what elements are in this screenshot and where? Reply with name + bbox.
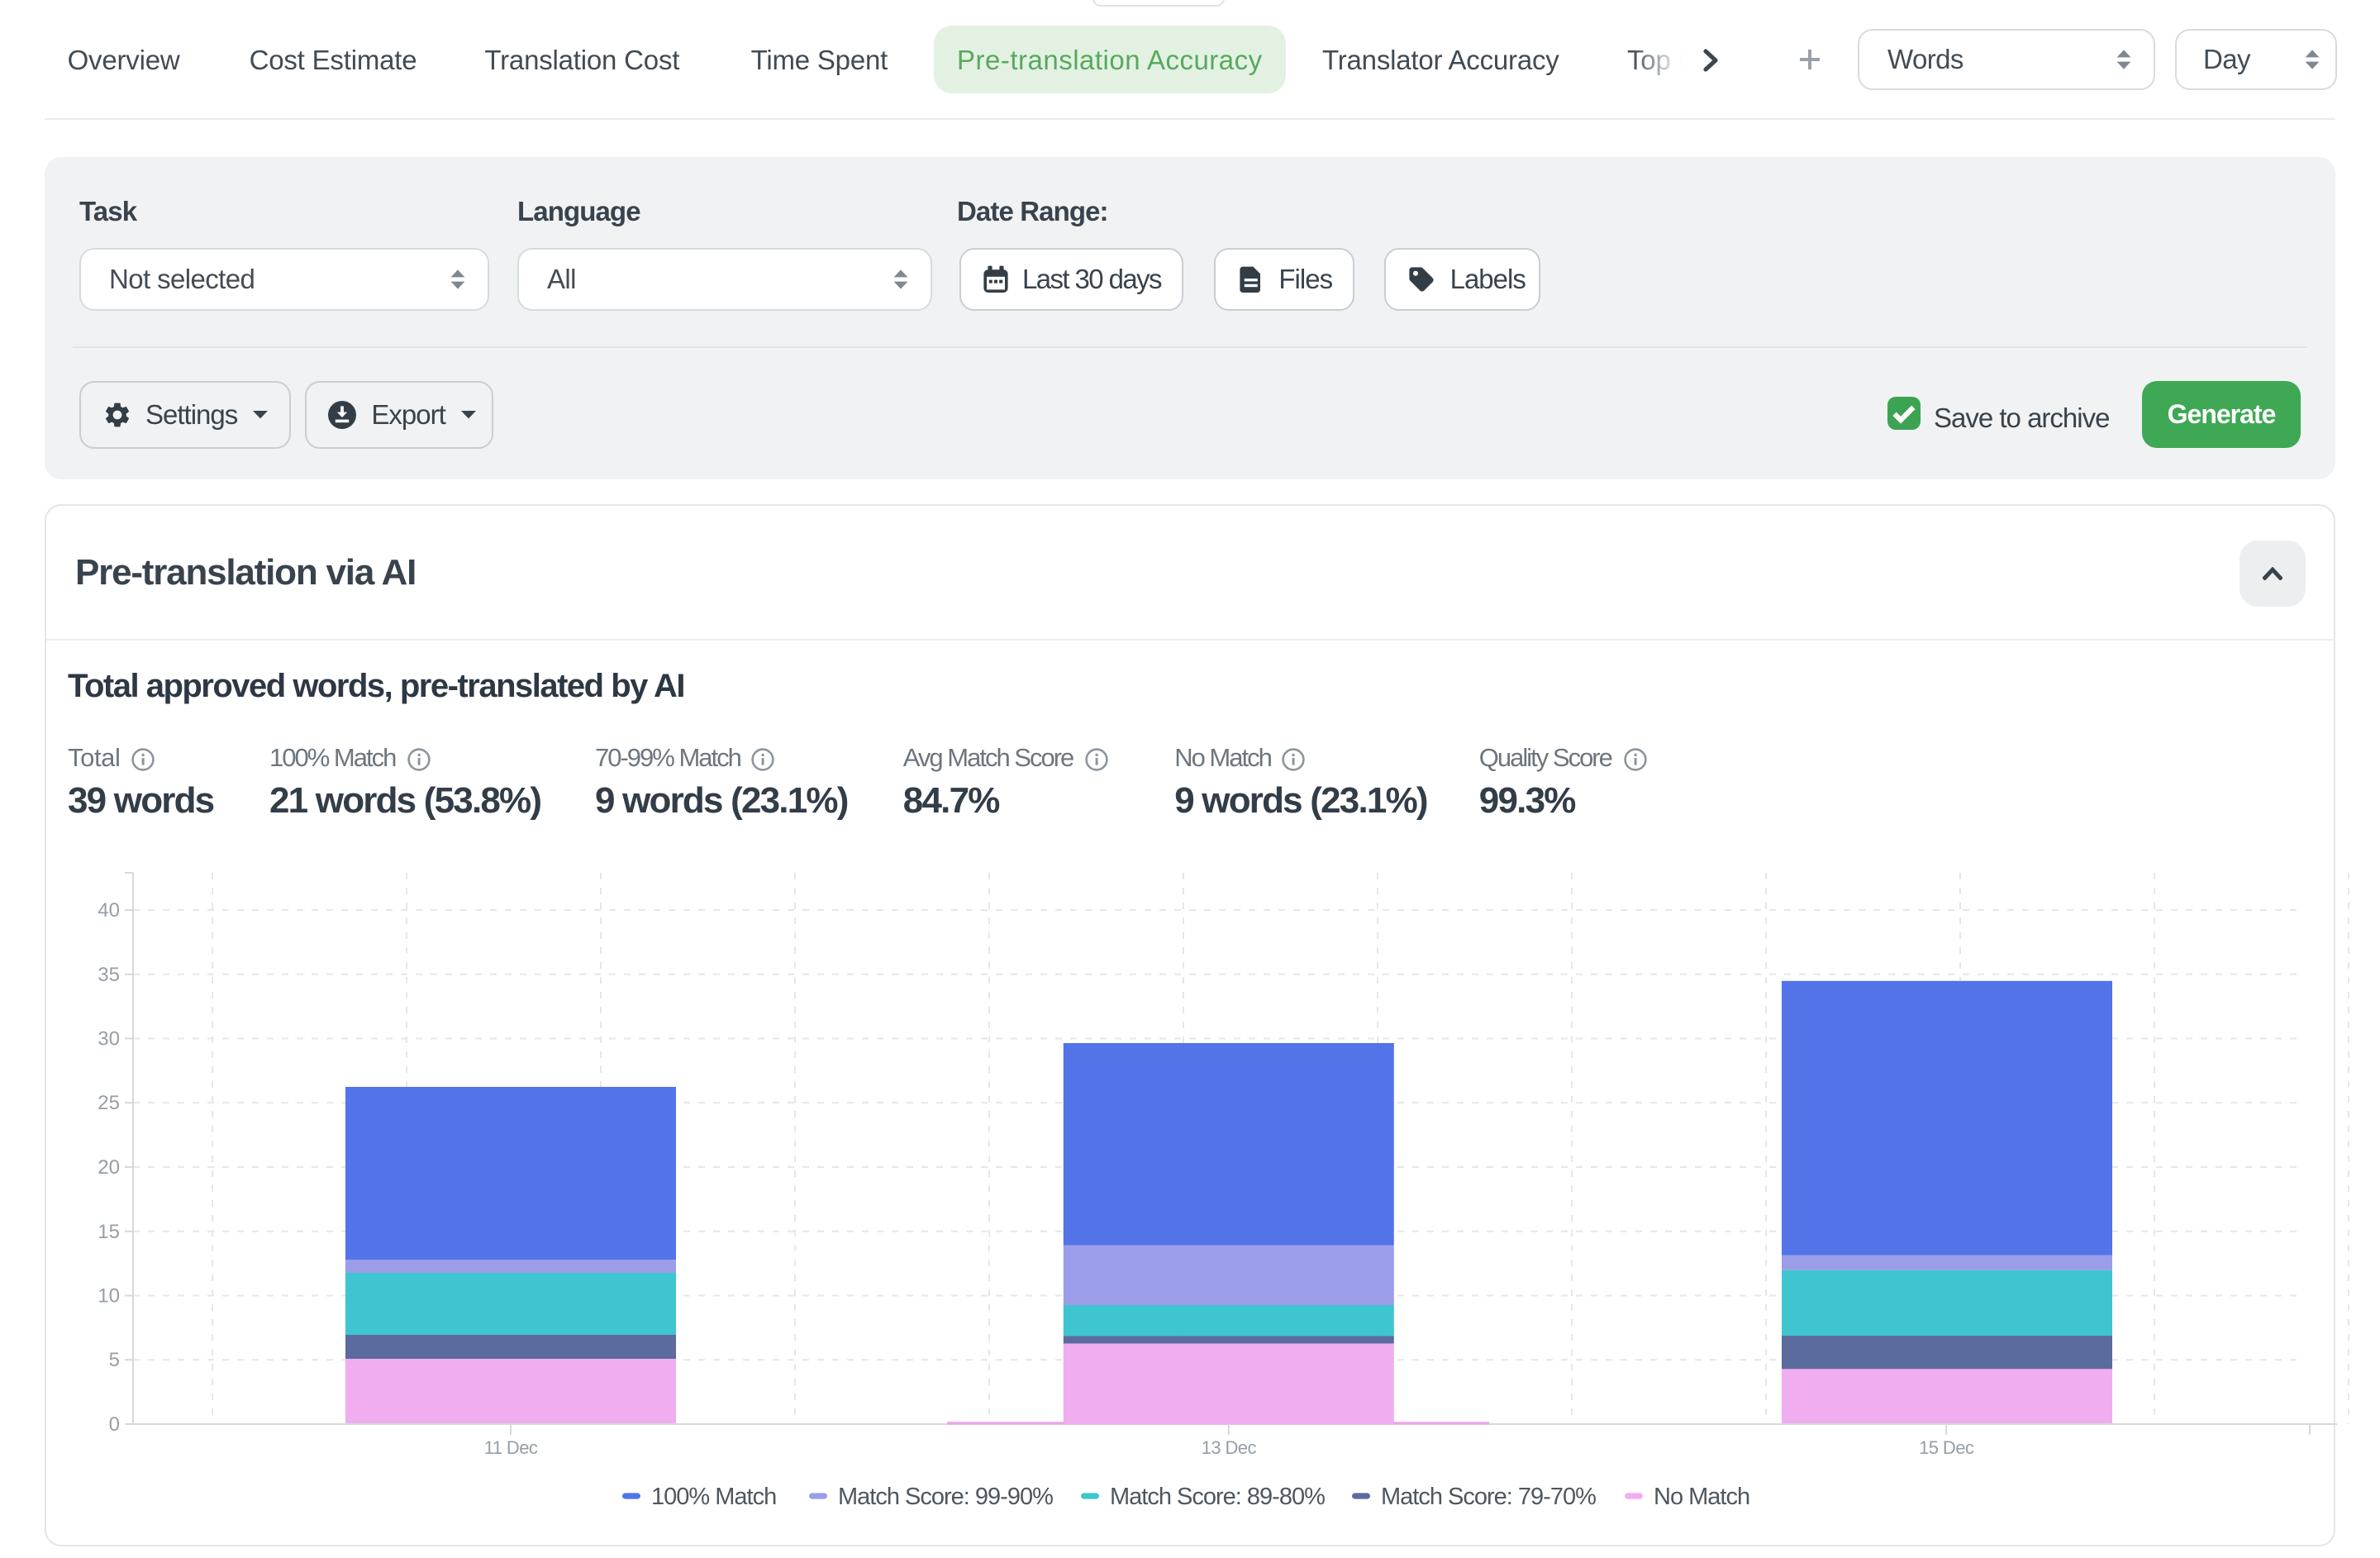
svg-text:5: 5 bbox=[109, 1349, 120, 1371]
svg-text:0: 0 bbox=[109, 1413, 120, 1436]
svg-text:25: 25 bbox=[98, 1092, 120, 1114]
svg-text:Match Score: 89-80%: Match Score: 89-80% bbox=[1110, 1484, 1325, 1510]
svg-text:Match Score: 99-90%: Match Score: 99-90% bbox=[838, 1484, 1053, 1510]
svg-text:10: 10 bbox=[98, 1285, 120, 1308]
svg-text:100% Match: 100% Match bbox=[651, 1484, 776, 1510]
svg-text:35: 35 bbox=[98, 964, 120, 986]
svg-text:30: 30 bbox=[98, 1028, 120, 1051]
svg-text:40: 40 bbox=[98, 899, 120, 922]
svg-text:No Match: No Match bbox=[1654, 1484, 1749, 1510]
svg-text:15 Dec: 15 Dec bbox=[1919, 1437, 1974, 1458]
svg-text:13 Dec: 13 Dec bbox=[1202, 1437, 1257, 1458]
svg-text:Match Score: 79-70%: Match Score: 79-70% bbox=[1381, 1484, 1596, 1510]
svg-text:15: 15 bbox=[98, 1221, 120, 1243]
svg-text:20: 20 bbox=[98, 1156, 120, 1179]
svg-text:11 Dec: 11 Dec bbox=[484, 1437, 538, 1458]
